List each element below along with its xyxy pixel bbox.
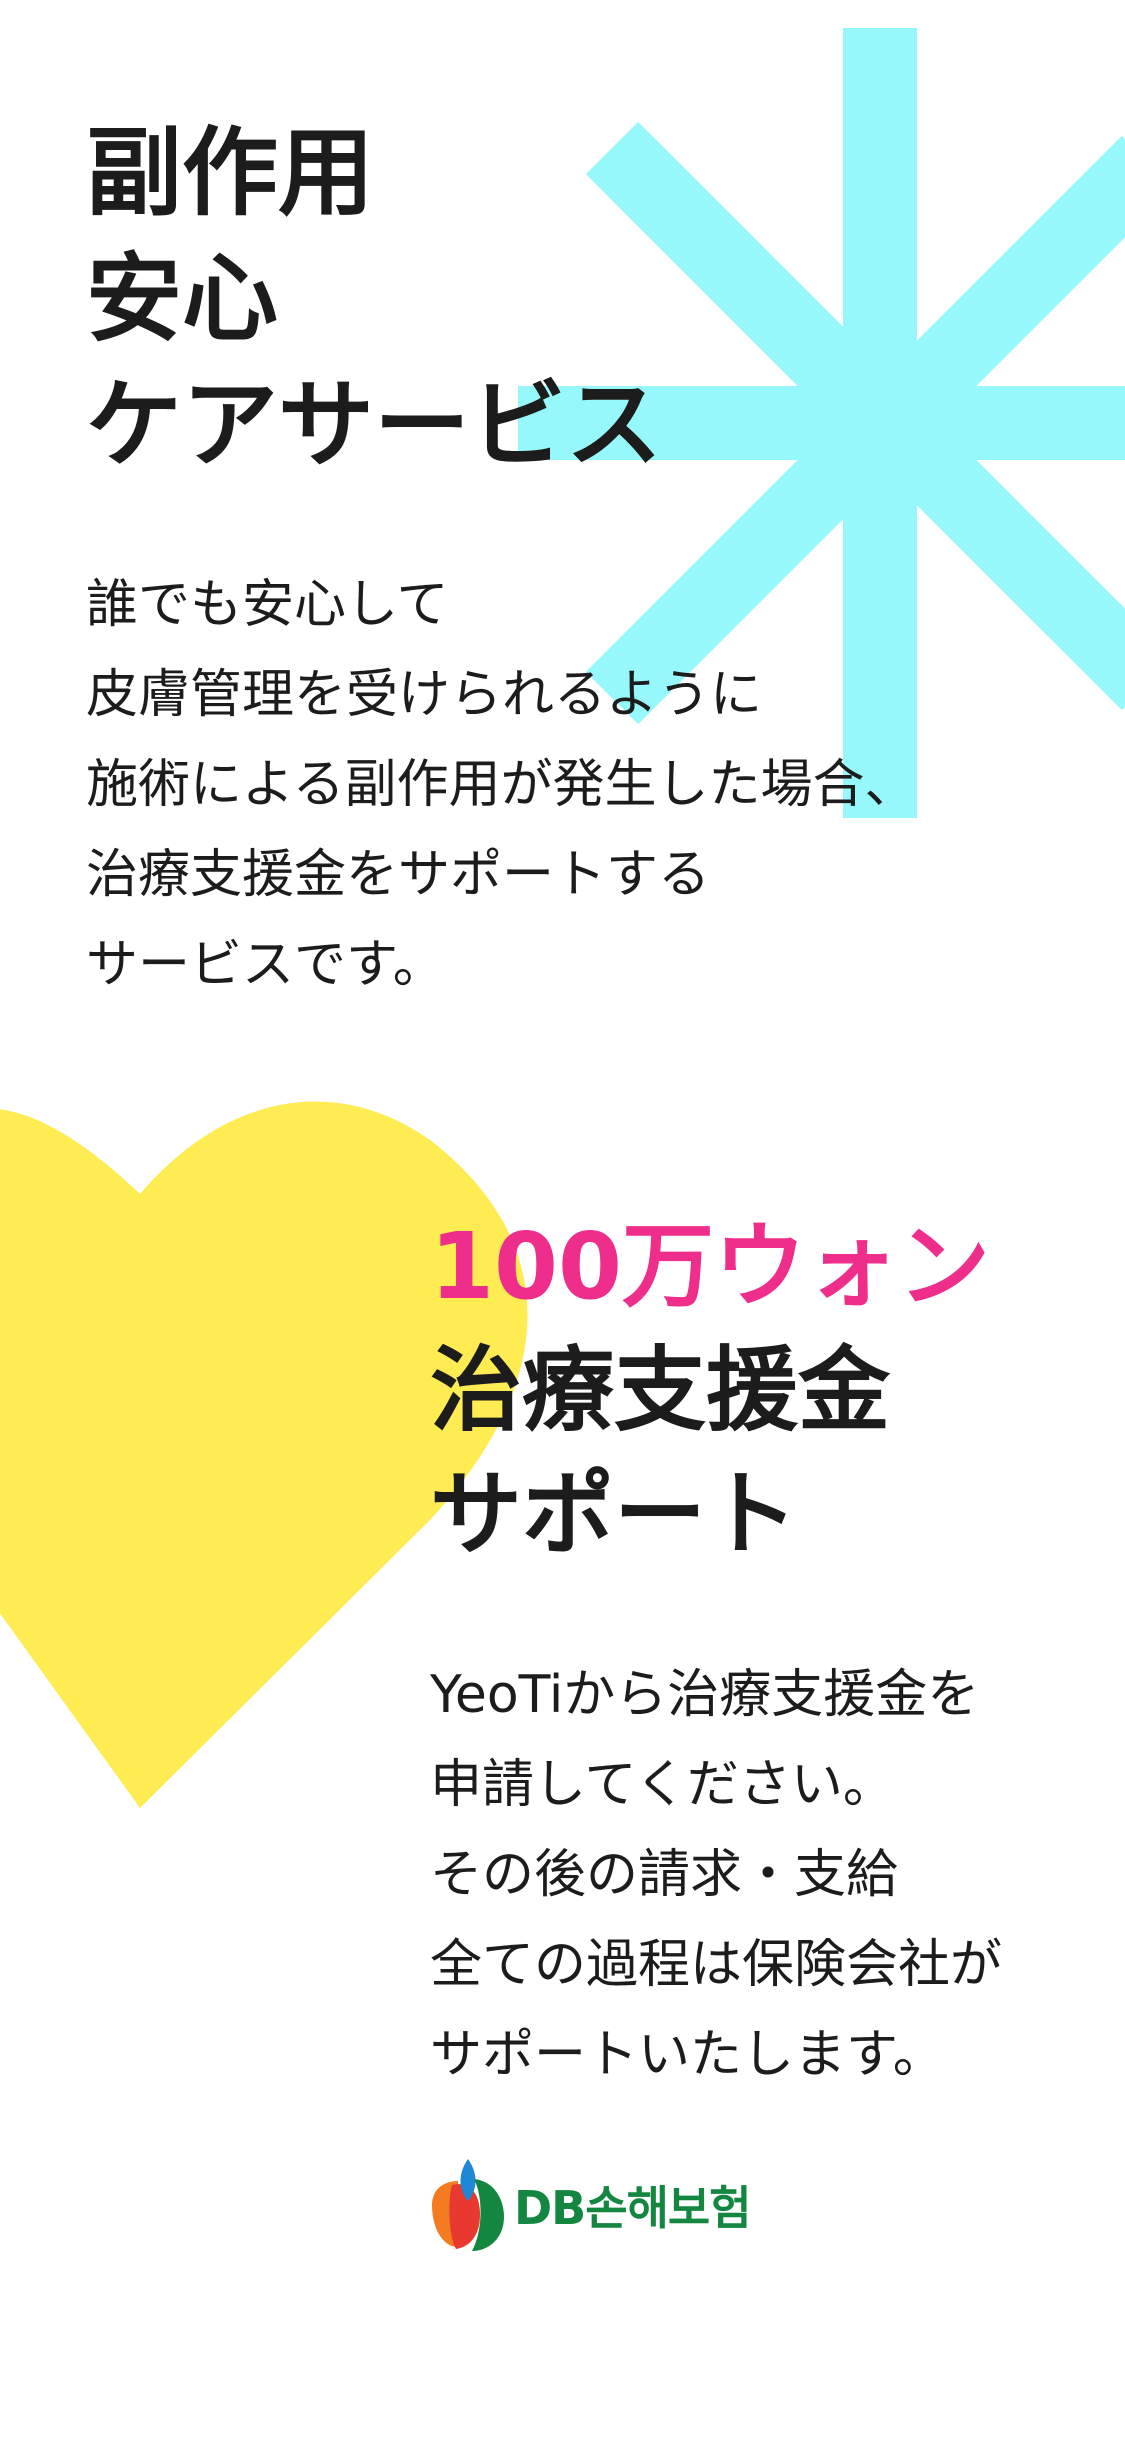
intro-description-line-3: 施術による副作用が発生した場合、 [86, 755, 917, 815]
support-title-line-2: サポート [430, 1461, 799, 1568]
support-description-line-3: その後の請求・支給 [430, 1845, 899, 1905]
intro-title-line-3: ケアサービス [86, 369, 662, 481]
support-description-line-4: 全ての過程は保険会社が [430, 1935, 1003, 1995]
support-description-line-2: 申請してください。 [430, 1755, 895, 1815]
support-description-line-1: YeoTiから治療支援金を [430, 1665, 980, 1725]
db-insurance-logo-text: DB손해보험 [514, 2181, 752, 2235]
intro-title: 副作用 安心 ケアサービス [86, 110, 662, 488]
intro-title-line-1: 副作用 [86, 117, 374, 229]
support-description: YeoTiから治療支援金を 申請してください。 その後の請求・支給 全ての過程は… [430, 1650, 1002, 2100]
intro-description: 誰でも安心して 皮膚管理を受けられるように 施術による副作用が発生した場合、 治… [86, 560, 916, 1010]
intro-description-line-4: 治療支援金をサポートする [86, 845, 711, 905]
intro-description-line-2: 皮膚管理を受けられるように [86, 665, 763, 725]
support-description-line-5: サポートいたします。 [430, 2025, 945, 2085]
intro-description-line-1: 誰でも安心して [86, 575, 449, 635]
db-logo-mark-icon [432, 2159, 504, 2251]
db-insurance-logo: DB손해보험 [428, 2155, 752, 2255]
intro-description-line-5: サービスです。 [86, 935, 445, 995]
service-intro-page: 副作用 安心 ケアサービス 誰でも安心して 皮膚管理を受けられるように 施術によ… [0, 0, 1125, 2445]
support-title: 100万ウォン 治療支援金 サポート [430, 1205, 990, 1577]
support-amount-highlight: 100万ウォン [430, 1213, 991, 1320]
intro-title-line-2: 安心 [86, 243, 278, 355]
support-title-line-1: 治療支援金 [430, 1337, 891, 1444]
